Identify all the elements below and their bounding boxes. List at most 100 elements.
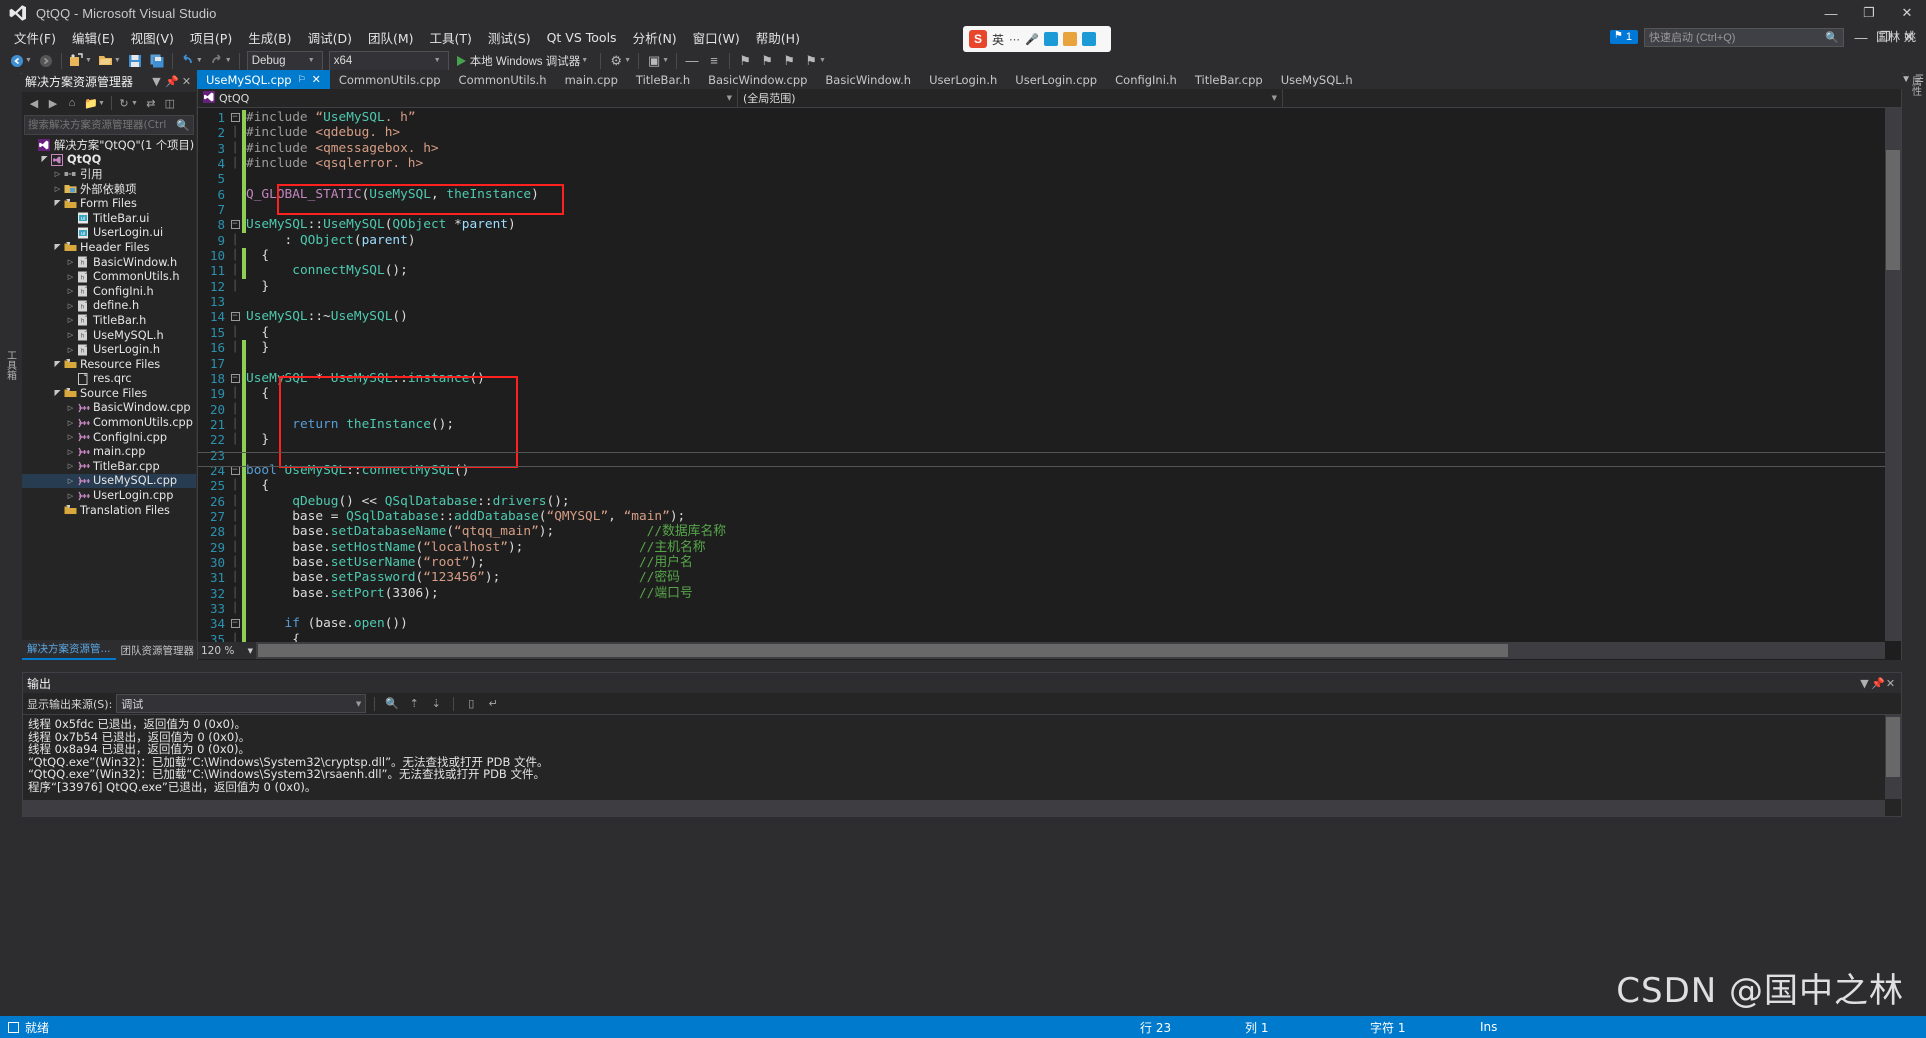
tree-item-usemysql.cpp[interactable]: ▷ UseMySQL.cpp [22, 473, 196, 489]
pin-icon[interactable]: 📌 [165, 75, 179, 88]
code-line[interactable]: #include <qmessagebox. h> [246, 141, 1901, 156]
tree-item-header-files[interactable]: ◢ Header Files [22, 240, 196, 255]
code-line[interactable] [246, 402, 1901, 417]
quick-launch-input[interactable]: 快速启动 (Ctrl+Q) 🔍 [1644, 27, 1844, 47]
editor-tab-usemysql-cpp[interactable]: UseMySQL.cpp ⚐ ✕ [197, 70, 330, 89]
solution-configuration-combo[interactable]: Debug ▼ [246, 50, 323, 71]
code-line[interactable]: #include <qdebug. h> [246, 125, 1901, 140]
editor-tab-commonutils-cpp[interactable]: CommonUtils.cpp [330, 70, 450, 89]
editor-zoom-combo[interactable]: 120 % ▼ [198, 642, 256, 659]
minimize-button[interactable]: — [1812, 0, 1850, 26]
toolbox-rail[interactable]: 工具箱 [0, 70, 20, 660]
tab-team-explorer[interactable]: 团队资源管理器 [116, 641, 200, 660]
start-debugging-button[interactable]: 本地 Windows 调试器 ▼ [452, 53, 596, 69]
tree-item-commonutils.h[interactable]: ▷ h CommonUtils.h [22, 269, 196, 284]
user-account-label[interactable]: 国林 姚 [1876, 28, 1916, 45]
code-line[interactable] [246, 171, 1901, 186]
editor-tab-titlebar-h[interactable]: TitleBar.h [627, 70, 699, 89]
tree-item-res.qrc[interactable]: res.qrc [22, 372, 196, 387]
tree-item-configini.h[interactable]: ▷ h ConfigIni.h [22, 284, 196, 299]
code-line[interactable]: return theInstance(); [246, 417, 1901, 432]
code-line[interactable]: } [246, 432, 1901, 447]
fold-collapse-icon[interactable]: − [228, 309, 242, 324]
tree-item-main.cpp[interactable]: ▷ main.cpp [22, 444, 196, 459]
ime-dots-icon[interactable]: ⋯ [1009, 33, 1020, 46]
save-all-icon[interactable] [146, 50, 168, 72]
tree-item-titlebar.h[interactable]: ▷ h TitleBar.h [22, 313, 196, 328]
notification-badge[interactable]: 1 [1609, 30, 1638, 44]
code-line[interactable]: UseMySQL * UseMySQL::instance() [246, 371, 1901, 386]
tree-item-configini.cpp[interactable]: ▷ ConfigIni.cpp [22, 430, 196, 445]
code-line[interactable]: base.setPort(3306); //端口号 [246, 586, 1901, 601]
tree-item--[interactable]: ▷ 引用 [22, 167, 196, 182]
menu-qt-vs-tools[interactable]: Qt VS Tools [539, 28, 625, 47]
twisty-collapsed-icon[interactable]: ▷ [52, 170, 63, 178]
palette-icon[interactable] [1062, 32, 1077, 46]
solution-tree[interactable]: 解决方案"QtQQ"(1 个项目) ◢ QtQQ ▷ 引用 ▷ 外部依赖项 ◢ Form Fil… [22, 136, 196, 640]
attach-dropdown-icon[interactable]: ▼ [624, 57, 631, 64]
fold-collapse-icon[interactable]: − [228, 616, 242, 631]
code-text[interactable]: #include “UseMySQL. h” #include <qdebug. … [246, 108, 1901, 660]
editor-horizontal-scrollbar[interactable] [198, 642, 1885, 659]
find-message-icon[interactable]: 🔍 [383, 695, 401, 713]
close-button[interactable]: ✕ [1888, 0, 1926, 26]
code-line[interactable]: if (base.open()) [246, 616, 1901, 631]
code-line[interactable]: base.setPassword(“123456”); //密码 [246, 570, 1901, 585]
back-icon[interactable]: ◀ [25, 94, 43, 112]
bookmark-dropdown-icon[interactable]: ▼ [819, 57, 826, 64]
save-icon[interactable] [124, 50, 146, 72]
tree-item-basicwindow.h[interactable]: ▷ h BasicWindow.h [22, 255, 196, 270]
editor-tab-usemysql-h[interactable]: UseMySQL.h [1272, 70, 1362, 89]
tree-item-define.h[interactable]: ▷ h define.h [22, 299, 196, 314]
forward-icon[interactable]: ▶ [44, 94, 62, 112]
twisty-collapsed-icon[interactable]: ▷ [65, 346, 76, 354]
tree-item-resource-files[interactable]: ◢ Resource Files [22, 357, 196, 372]
previous-message-icon[interactable]: ⇡ [405, 695, 423, 713]
microphone-icon[interactable]: 🎤 [1025, 33, 1039, 46]
twisty-expanded-icon[interactable]: ◢ [52, 243, 63, 252]
editor-tab-userlogin-h[interactable]: UserLogin.h [920, 70, 1006, 89]
twisty-collapsed-icon[interactable]: ▷ [65, 258, 76, 266]
refresh-dropdown-icon[interactable]: ▼ [131, 100, 138, 107]
open-dropdown-icon[interactable]: ▼ [114, 57, 121, 64]
menu-test[interactable]: 测试(S) [480, 26, 539, 49]
search-input[interactable] [28, 119, 166, 131]
chevron-down-icon[interactable]: ▼ [1858, 677, 1871, 690]
chevron-down-icon[interactable]: ▼ [150, 75, 163, 88]
back-dropdown-icon[interactable]: ▼ [25, 57, 32, 64]
tab-solution-explorer[interactable]: 解决方案资源管... [22, 639, 116, 660]
menu-build[interactable]: 生成(B) [240, 26, 299, 49]
editor-tab-titlebar-cpp[interactable]: TitleBar.cpp [1186, 70, 1272, 89]
code-surface[interactable]: 1 2 3 4 5 6 7 8 9 10 11 12 13 14 15 16 17 18 19 20 21 22 23 24 2… [198, 108, 1901, 660]
menu-edit[interactable]: 编辑(E) [64, 26, 123, 49]
output-vertical-scrollbar[interactable] [1885, 715, 1901, 799]
twisty-collapsed-icon[interactable]: ▷ [65, 404, 76, 412]
tree-item-commonutils.cpp[interactable]: ▷ CommonUtils.cpp [22, 415, 196, 430]
twisty-expanded-icon[interactable]: ◢ [52, 360, 63, 369]
menu-help[interactable]: 帮助(H) [748, 26, 808, 49]
navigate-forward-icon[interactable] [35, 50, 57, 72]
navigation-project-combo[interactable]: QtQQ ▼ [198, 88, 738, 108]
pin-icon[interactable]: 📌 [1871, 677, 1885, 690]
solution-platform-combo[interactable]: x64 ▼ [328, 50, 449, 71]
toggle-wordwrap-icon[interactable]: ↵ [484, 695, 502, 713]
menu-view[interactable]: 视图(V) [123, 26, 182, 49]
new-project-dropdown-icon[interactable]: ▼ [85, 57, 92, 64]
apps-grid-icon[interactable] [1081, 32, 1096, 46]
twisty-collapsed-icon[interactable]: ▷ [65, 433, 76, 441]
code-line[interactable]: UseMySQL::UseMySQL(QObject *parent) [246, 217, 1901, 232]
editor-tab-userlogin-cpp[interactable]: UserLogin.cpp [1006, 70, 1106, 89]
code-line[interactable]: { [246, 386, 1901, 401]
code-line[interactable] [246, 601, 1901, 616]
clear-all-icon[interactable]: ▯ [462, 695, 480, 713]
close-tab-icon[interactable]: ✕ [312, 73, 321, 86]
twisty-expanded-icon[interactable]: ◢ [39, 155, 50, 164]
bookmark-icon-3[interactable]: ⚑ [778, 50, 800, 72]
tab-overflow-icon[interactable]: ▼ [1901, 74, 1911, 85]
twisty-expanded-icon[interactable]: ◢ [52, 199, 63, 208]
editor-tab-basicwindow-cpp[interactable]: BasicWindow.cpp [699, 70, 816, 89]
menu-file[interactable]: 文件(F) [6, 26, 64, 49]
sogou-logo-icon[interactable]: S [969, 30, 987, 48]
twisty-collapsed-icon[interactable]: ▷ [65, 462, 76, 470]
code-line[interactable]: } [246, 279, 1901, 294]
